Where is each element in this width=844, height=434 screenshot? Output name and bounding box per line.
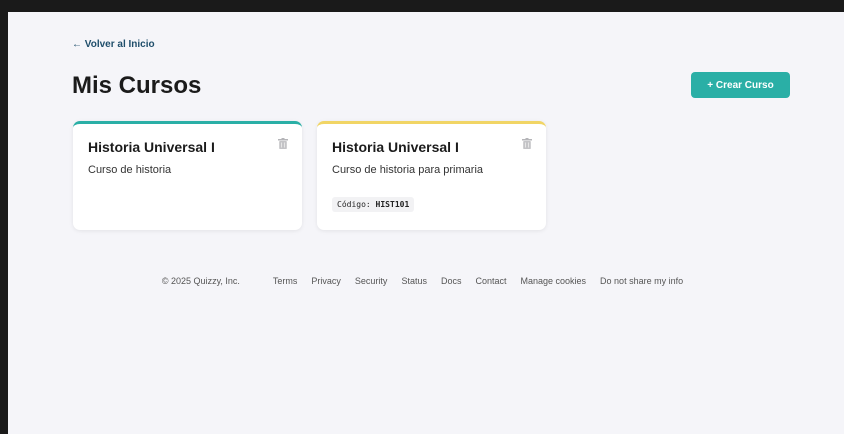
course-description: Curso de historia xyxy=(88,164,172,176)
create-course-button[interactable]: + Crear Curso xyxy=(691,72,790,98)
footer-link-do-not-share[interactable]: Do not share my info xyxy=(600,276,683,286)
footer-link-terms[interactable]: Terms xyxy=(273,276,298,286)
footer-link-manage-cookies[interactable]: Manage cookies xyxy=(521,276,587,286)
footer-link-security[interactable]: Security xyxy=(355,276,388,286)
footer-link-privacy[interactable]: Privacy xyxy=(311,276,341,286)
footer-link-contact[interactable]: Contact xyxy=(475,276,506,286)
trash-icon[interactable] xyxy=(278,138,288,149)
course-card[interactable]: Historia Universal I Curso de historia p… xyxy=(317,121,546,230)
page-title: Mis Cursos xyxy=(72,72,202,99)
course-card[interactable]: Historia Universal I Curso de historia xyxy=(73,121,302,230)
course-code-badge: Código: HIST101 xyxy=(332,197,415,212)
footer-link-docs[interactable]: Docs xyxy=(441,276,462,286)
back-to-home-link[interactable]: ← Volver al Inicio xyxy=(72,39,155,50)
course-code-label: Código: xyxy=(337,200,371,209)
footer-link-status[interactable]: Status xyxy=(401,276,427,286)
page-viewport: ← Volver al Inicio Mis Cursos + Crear Cu… xyxy=(8,12,844,434)
footer: © 2025 Quizzy, Inc. Terms Privacy Securi… xyxy=(8,276,844,286)
trash-icon[interactable] xyxy=(522,138,532,149)
course-title: Historia Universal I xyxy=(88,139,215,155)
course-title: Historia Universal I xyxy=(332,139,459,155)
footer-copyright: © 2025 Quizzy, Inc. xyxy=(161,276,240,286)
course-description: Curso de historia para primaria xyxy=(332,164,484,176)
course-code-value: HIST101 xyxy=(375,200,410,209)
